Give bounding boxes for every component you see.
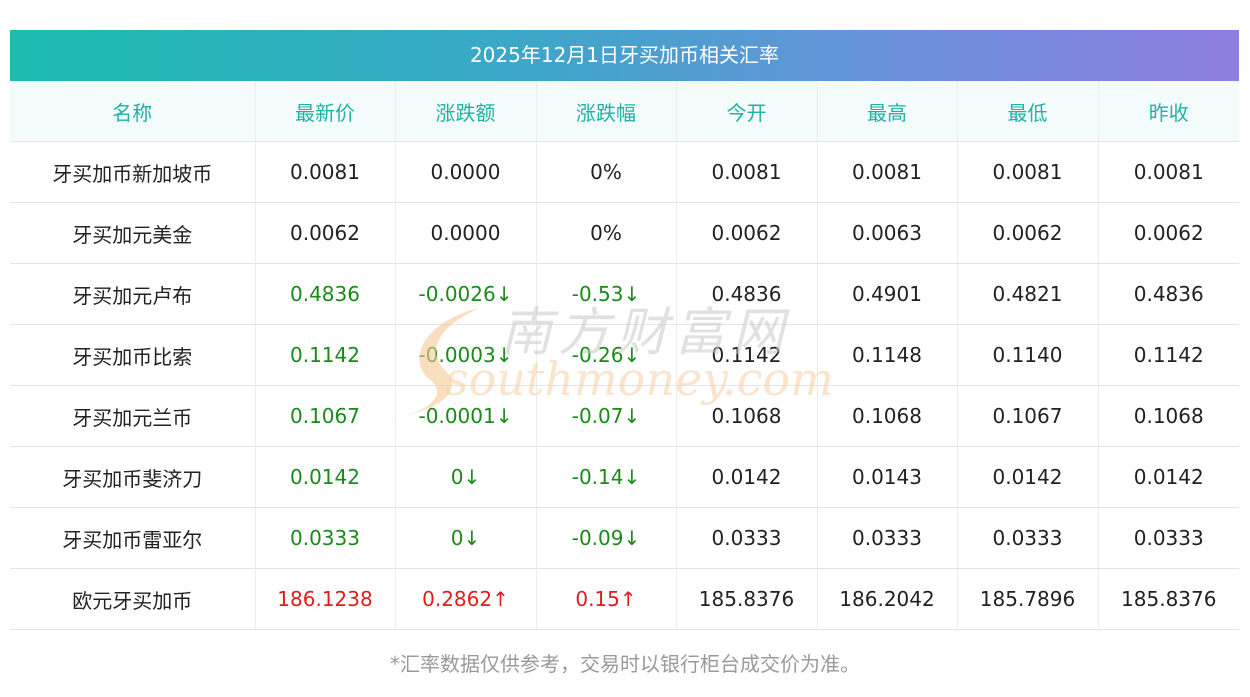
- header-low: 最低: [957, 81, 1099, 142]
- cell-latest: 0.0062: [255, 202, 396, 264]
- header-change: 涨跌额: [395, 81, 537, 142]
- cell-latest: 0.0333: [255, 507, 396, 569]
- cell-prev-close: 185.8376: [1098, 568, 1239, 630]
- cell-change-pct: -0.07↓: [536, 385, 677, 447]
- cell-name: 牙买加币新加坡币: [10, 141, 256, 203]
- cell-name: 牙买加元兰币: [10, 385, 256, 447]
- cell-open: 0.1068: [676, 385, 818, 447]
- table-row: 牙买加币斐济刀 0.0142 0↓ -0.14↓ 0.0142 0.0143 0.0142 0…: [10, 446, 1239, 508]
- exchange-rate-table: 名称 最新价 涨跌额 涨跌幅 今开 最高 最低 昨收 牙买加币新加坡币 0.008…: [10, 81, 1239, 630]
- cell-prev-close: 0.4836: [1098, 263, 1239, 325]
- table-row: 牙买加元兰币 0.1067 -0.0001↓ -0.07↓ 0.1068 0.1068 0.…: [10, 385, 1239, 447]
- cell-latest: 186.1238: [255, 568, 396, 630]
- cell-change: 0.2862↑: [395, 568, 537, 630]
- cell-name: 牙买加币斐济刀: [10, 446, 256, 508]
- header-high: 最高: [817, 81, 958, 142]
- cell-change: 0↓: [395, 446, 537, 508]
- cell-prev-close: 0.1068: [1098, 385, 1239, 447]
- table-header-row: 名称 最新价 涨跌额 涨跌幅 今开 最高 最低 昨收: [10, 81, 1239, 142]
- cell-high: 0.0081: [817, 141, 958, 203]
- cell-name: 牙买加币雷亚尔: [10, 507, 256, 569]
- cell-name: 牙买加元美金: [10, 202, 256, 264]
- cell-high: 0.1068: [817, 385, 958, 447]
- cell-change-pct: 0.15↑: [536, 568, 677, 630]
- cell-change-pct: 0%: [536, 202, 677, 264]
- cell-low: 185.7896: [957, 568, 1099, 630]
- cell-latest: 0.1142: [255, 324, 396, 386]
- cell-open: 0.0062: [676, 202, 818, 264]
- table-row: 牙买加元卢布 0.4836 -0.0026↓ -0.53↓ 0.4836 0.4901 0.…: [10, 263, 1239, 325]
- cell-open: 0.0081: [676, 141, 818, 203]
- cell-change: 0.0000: [395, 141, 537, 203]
- cell-high: 0.0063: [817, 202, 958, 264]
- cell-latest: 0.0081: [255, 141, 396, 203]
- cell-open: 0.0142: [676, 446, 818, 508]
- cell-prev-close: 0.0081: [1098, 141, 1239, 203]
- cell-low: 0.1067: [957, 385, 1099, 447]
- cell-change-pct: -0.53↓: [536, 263, 677, 325]
- table-row: 欧元牙买加币 186.1238 0.2862↑ 0.15↑ 185.8376 186.20…: [10, 568, 1239, 630]
- table-row: 牙买加币新加坡币 0.0081 0.0000 0% 0.0081 0.0081 0.0081…: [10, 141, 1239, 203]
- cell-latest: 0.4836: [255, 263, 396, 325]
- cell-prev-close: 0.0333: [1098, 507, 1239, 569]
- cell-change: -0.0003↓: [395, 324, 537, 386]
- cell-low: 0.0142: [957, 446, 1099, 508]
- cell-name: 牙买加币比索: [10, 324, 256, 386]
- cell-low: 0.0333: [957, 507, 1099, 569]
- cell-change-pct: -0.26↓: [536, 324, 677, 386]
- header-change-pct: 涨跌幅: [536, 81, 677, 142]
- cell-open: 0.0333: [676, 507, 818, 569]
- cell-prev-close: 0.0142: [1098, 446, 1239, 508]
- cell-change-pct: 0%: [536, 141, 677, 203]
- table-title: 2025年12月1日牙买加币相关汇率: [10, 30, 1239, 81]
- cell-open: 0.1142: [676, 324, 818, 386]
- header-open: 今开: [676, 81, 818, 142]
- cell-high: 0.0333: [817, 507, 958, 569]
- cell-open: 185.8376: [676, 568, 818, 630]
- cell-high: 0.4901: [817, 263, 958, 325]
- cell-high: 0.1148: [817, 324, 958, 386]
- cell-change-pct: -0.14↓: [536, 446, 677, 508]
- header-prev-close: 昨收: [1098, 81, 1239, 142]
- cell-low: 0.1140: [957, 324, 1099, 386]
- cell-change: 0.0000: [395, 202, 537, 264]
- cell-low: 0.0062: [957, 202, 1099, 264]
- header-name: 名称: [10, 81, 256, 142]
- cell-prev-close: 0.0062: [1098, 202, 1239, 264]
- cell-change: -0.0001↓: [395, 385, 537, 447]
- cell-low: 0.0081: [957, 141, 1099, 203]
- table-row: 牙买加元美金 0.0062 0.0000 0% 0.0062 0.0063 0.0062 0.…: [10, 202, 1239, 264]
- cell-name: 牙买加元卢布: [10, 263, 256, 325]
- table-row: 牙买加币比索 0.1142 -0.0003↓ -0.26↓ 0.1142 0.1148 0.…: [10, 324, 1239, 386]
- cell-open: 0.4836: [676, 263, 818, 325]
- rate-table-panel: 2025年12月1日牙买加币相关汇率 名称 最新价 涨跌额 涨跌幅 今开 最高 …: [10, 30, 1239, 630]
- cell-latest: 0.1067: [255, 385, 396, 447]
- table-row: 牙买加币雷亚尔 0.0333 0↓ -0.09↓ 0.0333 0.0333 0.0333 0…: [10, 507, 1239, 569]
- cell-low: 0.4821: [957, 263, 1099, 325]
- cell-high: 186.2042: [817, 568, 958, 630]
- disclaimer-note: *汇率数据仅供参考，交易时以银行柜台成交价为准。: [390, 652, 860, 676]
- cell-name: 欧元牙买加币: [10, 568, 256, 630]
- header-latest: 最新价: [255, 81, 396, 142]
- cell-change: 0↓: [395, 507, 537, 569]
- cell-latest: 0.0142: [255, 446, 396, 508]
- cell-change: -0.0026↓: [395, 263, 537, 325]
- cell-high: 0.0143: [817, 446, 958, 508]
- cell-change-pct: -0.09↓: [536, 507, 677, 569]
- cell-prev-close: 0.1142: [1098, 324, 1239, 386]
